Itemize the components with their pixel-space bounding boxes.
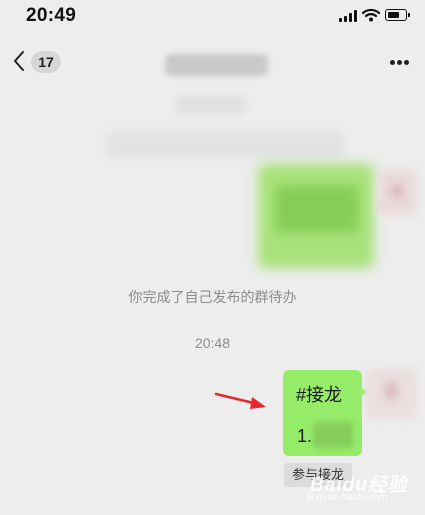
wifi-icon (362, 8, 380, 22)
blurred-system-text (176, 96, 246, 114)
status-time: 20:49 (26, 5, 77, 26)
unread-count-badge[interactable]: 17 (31, 51, 61, 73)
red-arrow-annotation (214, 392, 266, 409)
cellular-signal-icon (339, 10, 357, 22)
system-notice: 你完成了自己发布的群待办 (128, 289, 297, 305)
message-timestamp: 20:48 (194, 335, 231, 351)
avatar[interactable] (378, 170, 416, 214)
chat-nav-bar: 17 (0, 34, 425, 90)
solitaire-item-number: 1. (297, 426, 313, 446)
solitaire-title: #接龙 (296, 385, 343, 405)
chat-title-blurred (165, 54, 268, 76)
avatar[interactable] (366, 368, 416, 418)
blurred-item-name (313, 422, 353, 448)
status-bar: 20:49 (0, 0, 425, 34)
blurred-system-text (108, 132, 344, 158)
battery-tip (408, 13, 410, 17)
battery-icon (385, 9, 407, 21)
chevron-left-icon[interactable] (12, 50, 26, 72)
watermark-url: jingyan.baidu.com (307, 492, 388, 503)
more-dots-icon[interactable] (388, 60, 412, 66)
solitaire-message-bubble[interactable]: #接龙 1. (283, 370, 367, 456)
blurred-image-content (276, 186, 358, 232)
